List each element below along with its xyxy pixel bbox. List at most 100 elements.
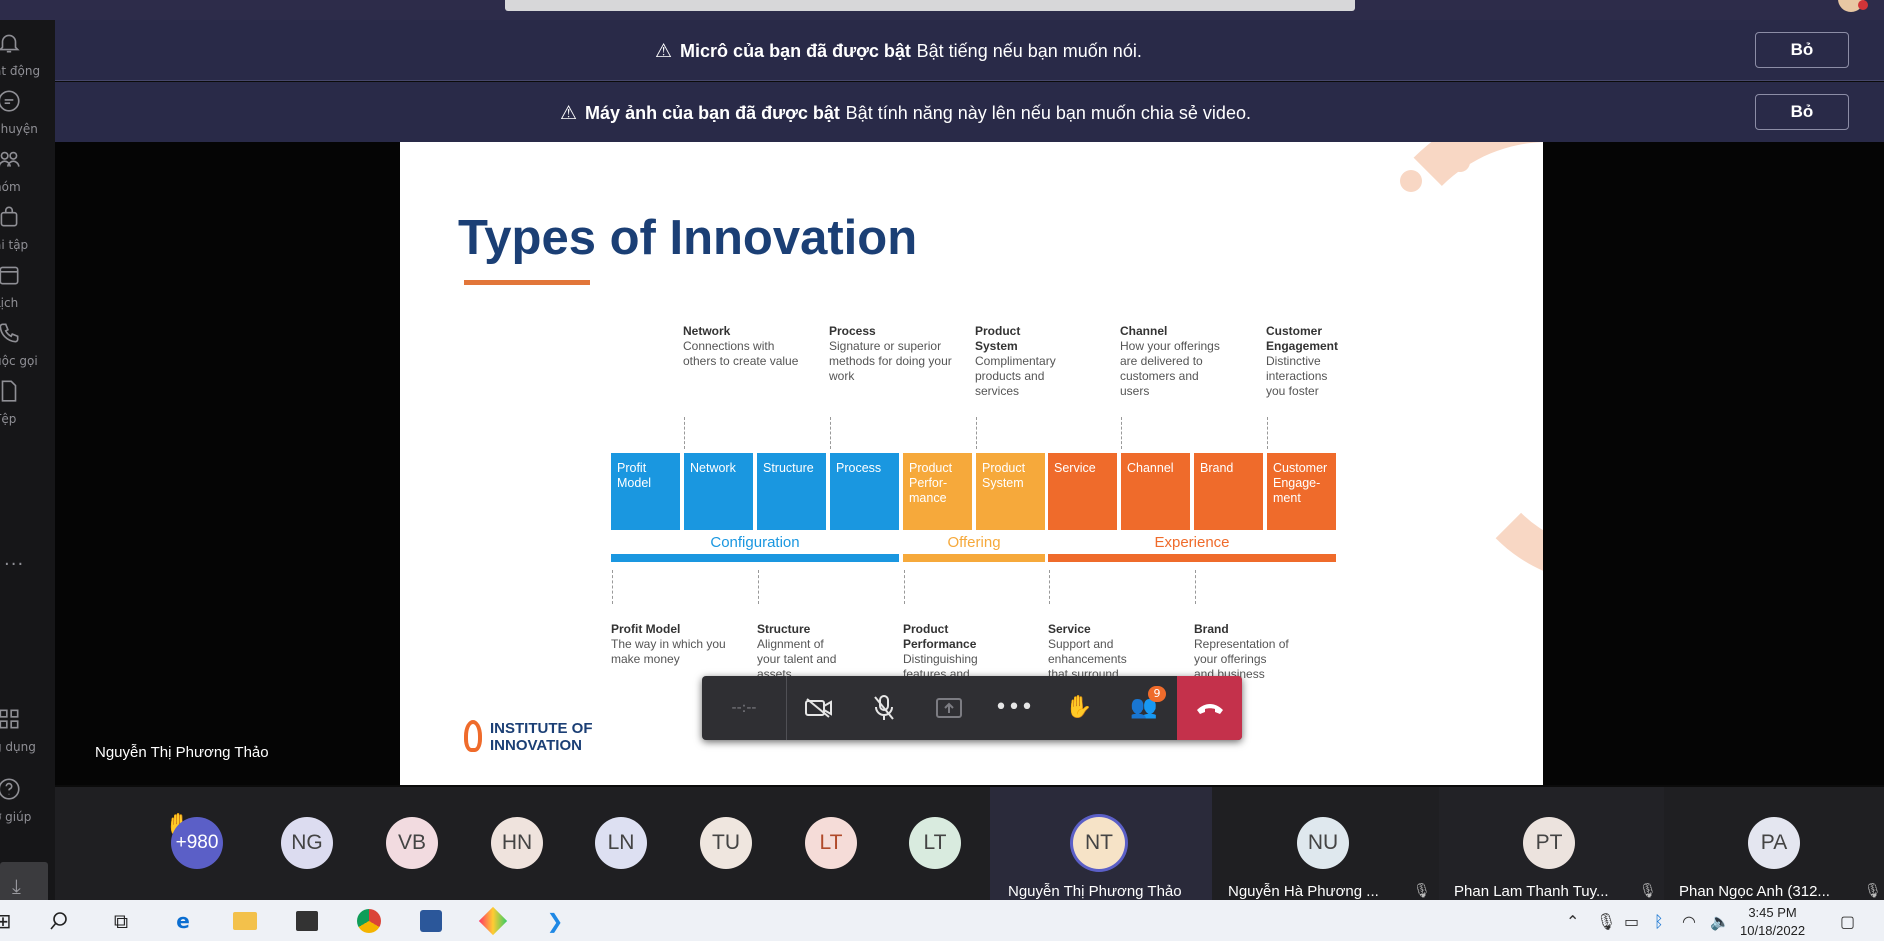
participant-name: Phan Ngọc Anh (312... <box>1679 883 1830 900</box>
camera-toggle-button[interactable] <box>787 676 851 740</box>
presenter-name: Nguyễn Thị Phương Thảo <box>95 744 269 761</box>
app-icon[interactable] <box>478 906 508 936</box>
rail-assignments-label: ài tập <box>0 238 29 252</box>
box-profit-model: Profit Model <box>611 453 680 530</box>
rail-files[interactable]: Tệp <box>0 378 55 438</box>
warning-icon: ⚠ <box>560 102 578 124</box>
participants-button[interactable]: 👥 9 <box>1112 676 1176 740</box>
more-apps-icon[interactable]: ··· <box>4 554 24 575</box>
rail-assignments[interactable]: ài tập <box>0 204 55 264</box>
bottom-description-brand: Brand Representation of your offerings an… <box>1194 622 1289 682</box>
chat-icon <box>0 90 20 112</box>
participant-avatar[interactable]: LN <box>595 787 655 900</box>
logo-line-1: INSTITUTE OF <box>490 720 593 737</box>
file-explorer-icon[interactable] <box>230 906 260 936</box>
hang-up-button[interactable] <box>1177 676 1242 740</box>
dismiss-mic-banner-button[interactable]: Bỏ <box>1755 32 1849 68</box>
box-process: Process <box>830 453 899 530</box>
overflow-count: +980 <box>171 817 223 869</box>
rail-apps[interactable]: g dụng <box>0 706 55 766</box>
edge-icon[interactable]: e <box>168 906 198 936</box>
mic-on-message: ⚠ Micrô của bạn đã được bật Bật tiếng nếu… <box>655 40 1142 62</box>
clock-date: 10/18/2022 <box>1740 923 1806 938</box>
avatar: NU <box>1297 817 1349 869</box>
task-view-icon[interactable]: ⧉ <box>106 906 136 936</box>
bottom-description-product-performance: Product Performance Distinguishing featur… <box>903 622 993 682</box>
top-description-product-system: Product System Complimentary products and… <box>975 324 1061 399</box>
rail-activity[interactable]: ạt động <box>0 30 55 90</box>
mic-off-icon <box>874 695 894 720</box>
camera-on-title: Máy ảnh của bạn đã được bật <box>585 103 840 123</box>
bluetooth-icon[interactable]: ᛒ <box>1654 912 1664 931</box>
participant-tile[interactable]: PT Phan Lam Thanh Tuy... 🎙 <box>1439 787 1664 900</box>
battery-icon[interactable]: ▭ <box>1624 912 1639 931</box>
mic-toggle-button[interactable] <box>852 676 916 740</box>
raise-hand-button[interactable]: ✋ <box>1047 676 1111 740</box>
top-description-channel: Channel How your offerings are delivered … <box>1120 324 1230 399</box>
participant-avatar[interactable]: TU <box>700 787 760 900</box>
word-icon[interactable] <box>416 906 446 936</box>
share-icon <box>936 698 962 718</box>
desc-text: Connections with others to create value <box>683 339 799 368</box>
box-customer-engagement: Customer Engage-ment <box>1267 453 1336 530</box>
participant-avatar[interactable]: LT <box>909 787 969 900</box>
rail-calendar-label: Lịch <box>0 296 19 310</box>
participant-avatar[interactable]: VB <box>386 787 446 900</box>
apps-icon <box>0 709 19 729</box>
hand-icon: ✋ <box>1065 695 1093 720</box>
connector-line <box>684 417 685 449</box>
overflow-participants[interactable]: +980 <box>171 787 231 900</box>
system-clock[interactable]: 3:45 PM 10/18/2022 <box>1740 904 1805 940</box>
notifications-icon[interactable]: ▢ <box>1840 912 1855 931</box>
more-actions-button[interactable]: ••• <box>982 676 1046 740</box>
tray-chevron-icon[interactable]: ⌃ <box>1566 912 1579 931</box>
tray-mic-icon[interactable]: 🎙 <box>1596 912 1616 931</box>
participant-avatar[interactable]: HN <box>491 787 551 900</box>
desc-text: Support and enhancements that surround <box>1048 637 1127 681</box>
connector-line <box>1049 570 1050 604</box>
search-bar[interactable] <box>505 0 1355 11</box>
camera-on-message: ⚠ Máy ảnh của bạn đã được bật Bật tính nă… <box>560 102 1251 124</box>
rail-calendar[interactable]: Lịch <box>0 262 55 322</box>
participant-tile[interactable]: NU Nguyễn Hà Phương ... 🎙 <box>1213 787 1438 900</box>
camera-on-text: Bật tính năng này lên nếu bạn muốn chia … <box>845 103 1251 123</box>
connector-line <box>1267 417 1268 449</box>
chrome-icon[interactable] <box>354 906 384 936</box>
mic-on-title: Micrô của bạn đã được bật <box>680 41 911 61</box>
connector-line <box>1195 570 1196 604</box>
participant-tile-active[interactable]: NT Nguyễn Thị Phương Thảo <box>990 787 1212 900</box>
desc-title: Process <box>829 324 876 338</box>
avatar: PT <box>1523 817 1575 869</box>
connector-line <box>758 570 759 604</box>
title-underline <box>464 280 590 285</box>
status-dot <box>1858 0 1868 10</box>
rail-chat[interactable]: chuyện <box>0 88 55 148</box>
participant-tile[interactable]: PA Phan Ngọc Anh (312... 🎙 <box>1664 787 1884 900</box>
dismiss-camera-banner-button[interactable]: Bỏ <box>1755 94 1849 130</box>
volume-icon[interactable]: 🔈 <box>1710 912 1730 931</box>
avatar: NT <box>1073 817 1125 869</box>
wifi-icon[interactable]: ◠ <box>1682 912 1696 931</box>
more-icon: ••• <box>994 695 1034 720</box>
download-icon: ⤓ <box>12 874 21 898</box>
rail-help[interactable]: ợ giúp <box>0 776 55 836</box>
store-icon[interactable] <box>292 906 322 936</box>
search-icon[interactable] <box>44 906 74 936</box>
rail-calls[interactable]: uộc gọi <box>0 320 55 380</box>
title-bar <box>0 0 1884 20</box>
rail-teams[interactable]: hóm <box>0 146 55 206</box>
category-offering: Offering <box>947 534 1001 551</box>
connector-line <box>612 570 613 604</box>
desc-title: Service <box>1048 622 1091 636</box>
participant-name: Nguyễn Hà Phương ... <box>1228 883 1379 900</box>
vscode-icon[interactable]: ❯ <box>540 906 570 936</box>
call-controls: --:-- ••• ✋ 👥 9 <box>702 676 1242 740</box>
avatar: LT <box>909 817 961 869</box>
avatar: LT <box>805 817 857 869</box>
participant-avatar[interactable]: NG <box>281 787 341 900</box>
start-icon[interactable]: ⊞ <box>0 906 18 936</box>
share-screen-button[interactable] <box>917 676 981 740</box>
participant-avatar[interactable]: LT <box>805 787 865 900</box>
box-product-performance: Product Perfor-mance <box>903 453 972 530</box>
magnifier-glyph <box>50 912 67 930</box>
